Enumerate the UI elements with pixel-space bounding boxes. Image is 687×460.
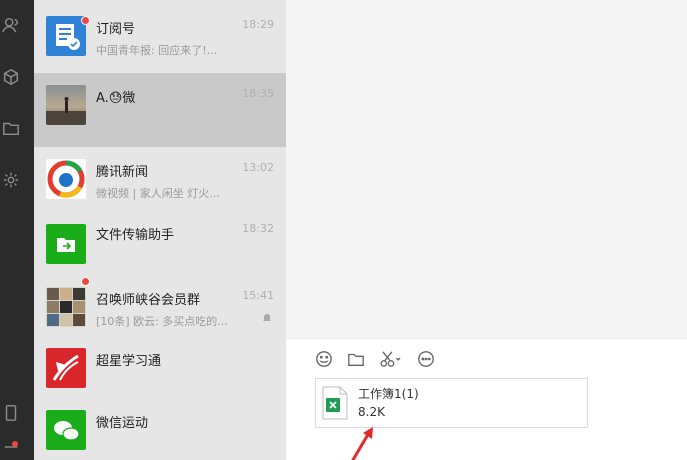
file-size: 8.2K xyxy=(358,405,385,419)
menu-badge xyxy=(12,441,18,447)
chat-name: 超星学习通 xyxy=(96,354,162,369)
conversation-panel: 工作簿1(1) 8.2K xyxy=(286,0,687,460)
chat-name: 腾讯新闻 xyxy=(96,165,149,180)
file-transfer-avatar xyxy=(46,224,86,264)
file-name: 工作簿1(1) xyxy=(358,387,419,401)
scissors-icon[interactable] xyxy=(378,349,404,369)
message-input-area[interactable]: 工作簿1(1) 8.2K xyxy=(286,338,687,460)
sidebar-iconbar xyxy=(0,0,34,460)
contacts-icon[interactable] xyxy=(0,14,22,36)
chat-bubble-icon[interactable] xyxy=(416,349,436,369)
chat-item-subscriptions[interactable]: 订阅号 中国青年报: 回应来了!... 18:29 xyxy=(34,4,286,78)
folder-icon[interactable] xyxy=(0,117,22,139)
red-arrow-annotation xyxy=(351,427,373,460)
chat-time: 18:32 xyxy=(242,222,274,235)
chat-name: 召唤师峡谷会员群 xyxy=(96,293,201,308)
group-avatar xyxy=(46,287,86,327)
chat-preview: 微视频 | 家人闲坐 灯火... xyxy=(96,187,220,200)
input-toolbar xyxy=(314,349,436,369)
cube-icon[interactable] xyxy=(0,66,22,88)
chat-time: 18:29 xyxy=(242,18,274,31)
chat-item-tencent-news[interactable]: 腾讯新闻 微视频 | 家人闲坐 灯火... 13:02 xyxy=(34,147,286,221)
folder-icon[interactable] xyxy=(346,349,366,369)
chat-name: 微信运动 xyxy=(96,416,149,431)
file-attachment-card[interactable]: 工作簿1(1) 8.2K xyxy=(315,378,588,428)
chat-time: 18:35 xyxy=(242,87,274,100)
subscriptions-avatar xyxy=(46,16,86,56)
emoji-icon[interactable] xyxy=(314,349,334,369)
tencent-news-avatar xyxy=(46,159,86,199)
chat-preview: 中国青年报: 回应来了!... xyxy=(96,44,218,57)
unread-badge xyxy=(81,16,90,25)
unread-badge xyxy=(81,277,90,286)
chat-list: 订阅号 中国青年报: 回应来了!... 18:29 A.😓微 18:35 腾讯新… xyxy=(34,0,286,460)
menu-icon[interactable] xyxy=(0,436,22,458)
chat-time: 15:41 xyxy=(242,289,274,302)
chat-item-a-wei[interactable]: A.😓微 18:35 xyxy=(34,73,286,147)
chat-time: 13:02 xyxy=(242,161,274,174)
chat-name: A.😓微 xyxy=(96,91,136,106)
chaoxing-avatar xyxy=(46,348,86,388)
a-wei-avatar xyxy=(46,85,86,125)
chat-name: 文件传输助手 xyxy=(96,228,175,243)
chat-name: 订阅号 xyxy=(96,22,136,37)
excel-file-icon xyxy=(322,386,348,420)
chat-item-wechat-sport[interactable]: 微信运动 xyxy=(34,398,286,460)
gear-icon[interactable] xyxy=(0,169,22,191)
wechat-sport-avatar xyxy=(46,410,86,450)
chat-preview: [10条] 欧云: 多买点吃的... xyxy=(96,315,228,328)
phone-icon[interactable] xyxy=(0,402,22,424)
mute-icon xyxy=(263,314,271,321)
